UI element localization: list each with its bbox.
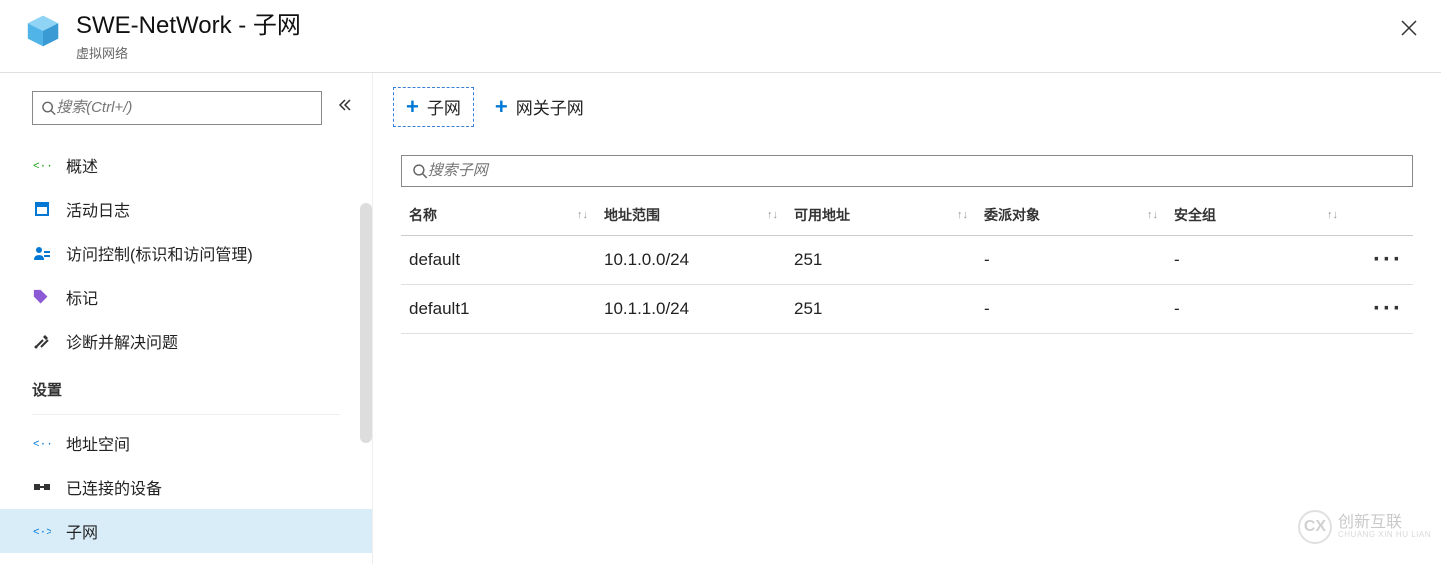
column-header-delegate[interactable]: 委派对象↑↓ <box>976 195 1166 235</box>
watermark-icon: CX <box>1298 510 1332 544</box>
cell-available: 251 <box>786 289 976 329</box>
sidebar-item-connected-devices[interactable]: 已连接的设备 <box>0 465 372 509</box>
diagnose-icon <box>32 331 52 351</box>
watermark-en: CHUANG XIN HU LIAN <box>1338 531 1431 540</box>
watermark: CX 创新互联 CHUANG XIN HU LIAN <box>1298 510 1431 544</box>
row-actions-button[interactable]: ··· <box>1346 236 1413 284</box>
subnet-search[interactable] <box>401 155 1413 187</box>
chevron-double-left-icon <box>338 98 352 112</box>
button-label: 子网 <box>427 94 461 119</box>
sidebar: <··> 概述 活动日志 访问控制(标识和访问管理) 标记 诊断并解决问题 设置 <box>0 73 373 564</box>
sidebar-item-label: 活动日志 <box>66 197 130 221</box>
sidebar-item-access-control[interactable]: 访问控制(标识和访问管理) <box>0 231 372 275</box>
close-button[interactable] <box>1395 14 1423 42</box>
cell-name: default1 <box>401 289 596 329</box>
address-space-icon: <··> <box>32 433 52 453</box>
divider <box>32 414 340 415</box>
plus-icon: + <box>406 94 419 120</box>
sidebar-item-subnets[interactable]: <·> 子网 <box>0 509 372 553</box>
table-row[interactable]: default1 10.1.1.0/24 251 - - ··· <box>401 285 1413 334</box>
sidebar-item-tags[interactable]: 标记 <box>0 275 372 319</box>
column-header-name[interactable]: 名称↑↓ <box>401 195 596 235</box>
column-header-range[interactable]: 地址范围↑↓ <box>596 195 786 235</box>
column-header-available[interactable]: 可用地址↑↓ <box>786 195 976 235</box>
add-gateway-subnet-button[interactable]: + 网关子网 <box>482 87 597 127</box>
sidebar-item-label: 访问控制(标识和访问管理) <box>66 241 253 265</box>
column-header-security[interactable]: 安全组↑↓ <box>1166 195 1346 235</box>
subnet-table: 名称↑↓ 地址范围↑↓ 可用地址↑↓ 委派对象↑↓ 安全组↑↓ default … <box>401 195 1413 334</box>
blade-header: SWE-NetWork - 子网 虚拟网络 <box>0 0 1441 73</box>
watermark-cn: 创新互联 <box>1338 514 1431 532</box>
sidebar-item-label: 诊断并解决问题 <box>66 329 178 353</box>
svg-text:<··>: <··> <box>33 439 51 449</box>
search-icon <box>412 163 428 179</box>
svg-text:<·>: <·> <box>33 527 51 537</box>
sidebar-item-overview[interactable]: <··> 概述 <box>0 143 372 187</box>
cell-delegate: - <box>976 289 1166 329</box>
sidebar-item-diagnose[interactable]: 诊断并解决问题 <box>0 319 372 363</box>
subnet-icon: <·> <box>32 521 52 541</box>
add-subnet-button[interactable]: + 子网 <box>393 87 474 127</box>
overview-icon: <··> <box>32 155 52 175</box>
page-subtitle: 虚拟网络 <box>76 43 1417 62</box>
sort-icon: ↑↓ <box>1327 209 1338 221</box>
sidebar-item-label: 子网 <box>66 519 98 543</box>
sidebar-search-input[interactable] <box>56 99 313 116</box>
sidebar-item-label: 标记 <box>66 285 98 309</box>
subnet-search-input[interactable] <box>428 162 1402 179</box>
vnet-icon <box>24 12 62 50</box>
cell-delegate: - <box>976 240 1166 280</box>
sidebar-scrollbar[interactable] <box>360 203 372 443</box>
table-row[interactable]: default 10.1.0.0/24 251 - - ··· <box>401 236 1413 285</box>
sort-icon: ↑↓ <box>957 209 968 221</box>
plus-icon: + <box>495 94 508 120</box>
button-label: 网关子网 <box>516 94 584 119</box>
sidebar-item-activity-log[interactable]: 活动日志 <box>0 187 372 231</box>
cell-name: default <box>401 240 596 280</box>
row-actions-button[interactable]: ··· <box>1346 285 1413 333</box>
page-title: SWE-NetWork - 子网 <box>76 12 1417 41</box>
access-icon <box>32 243 52 263</box>
cell-security: - <box>1166 240 1346 280</box>
devices-icon <box>32 477 52 497</box>
main-content: + 子网 + 网关子网 名称↑↓ 地址范围↑↓ 可用地址↑↓ 委派对象↑↓ 安全… <box>373 73 1441 564</box>
table-body: default 10.1.0.0/24 251 - - ··· default1… <box>401 236 1413 334</box>
search-icon <box>41 100 56 116</box>
cell-range: 10.1.0.0/24 <box>596 240 786 280</box>
sidebar-section-settings: 设置 <box>0 363 372 408</box>
toolbar: + 子网 + 网关子网 <box>373 73 1441 141</box>
sort-icon: ↑↓ <box>577 209 588 221</box>
cell-range: 10.1.1.0/24 <box>596 289 786 329</box>
tag-icon <box>32 287 52 307</box>
column-header-actions <box>1346 195 1413 235</box>
sidebar-item-label: 地址空间 <box>66 431 130 455</box>
sidebar-search[interactable] <box>32 91 322 125</box>
collapse-sidebar-button[interactable] <box>334 94 356 121</box>
log-icon <box>32 199 52 219</box>
sidebar-item-label: 已连接的设备 <box>66 475 162 499</box>
cell-available: 251 <box>786 240 976 280</box>
table-header: 名称↑↓ 地址范围↑↓ 可用地址↑↓ 委派对象↑↓ 安全组↑↓ <box>401 195 1413 236</box>
sort-icon: ↑↓ <box>767 209 778 221</box>
sidebar-item-address-space[interactable]: <··> 地址空间 <box>0 421 372 465</box>
sort-icon: ↑↓ <box>1147 209 1158 221</box>
cell-security: - <box>1166 289 1346 329</box>
sidebar-item-label: 概述 <box>66 153 98 177</box>
svg-text:<··>: <··> <box>33 161 51 171</box>
